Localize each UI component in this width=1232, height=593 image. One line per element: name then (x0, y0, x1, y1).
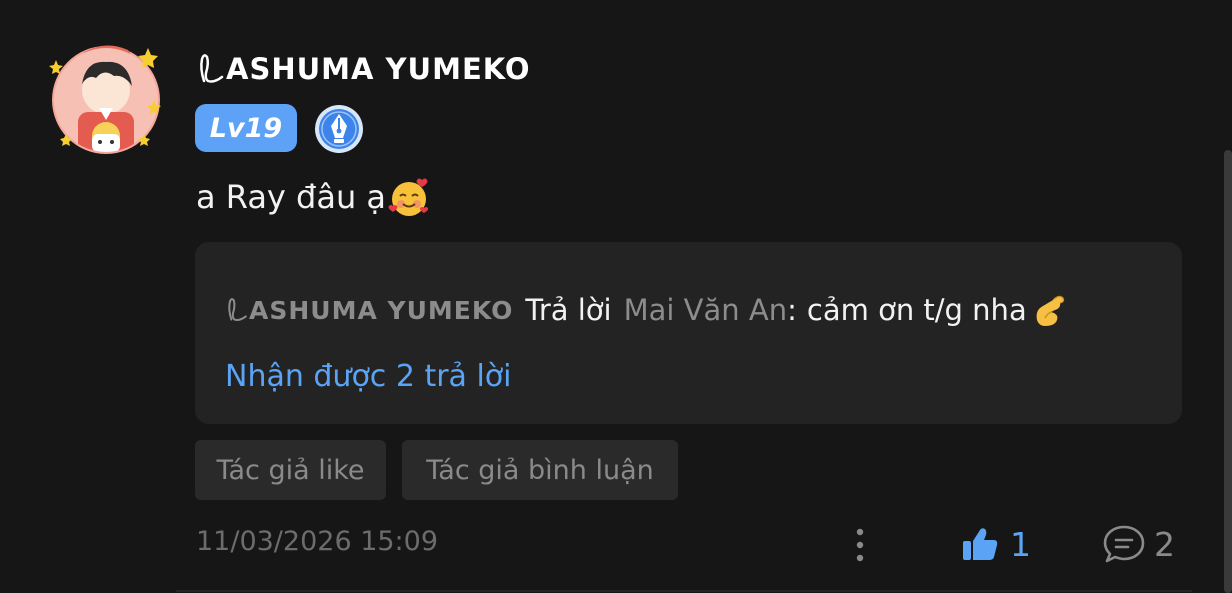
divider (176, 590, 1192, 592)
level-badge: Lv19 (195, 104, 297, 152)
reply-target-user[interactable]: Mai Văn An (624, 293, 788, 327)
comment-bubble-icon (1103, 525, 1145, 563)
reply-body: cảm ơn t/g nha (806, 293, 1027, 327)
author-prefix-glyph (200, 54, 224, 83)
comment-text: a Ray đâu ạ (196, 176, 430, 218)
reply-preview-line: ASHUMA YUMEKO Trả lời Mai Văn An : cảm ơ… (225, 290, 1069, 330)
author-name: ASHUMA YUMEKO (226, 52, 531, 86)
scrollbar[interactable] (1224, 150, 1232, 593)
like-count: 1 (1010, 524, 1031, 564)
avatar[interactable] (44, 38, 168, 162)
reply-author-name: ASHUMA YUMEKO (249, 295, 514, 325)
reply-count-link[interactable]: Nhận được 2 trả lời (225, 359, 512, 394)
tag-author-comment: Tác giả bình luận (402, 440, 678, 500)
fountain-pen-badge-icon (315, 105, 363, 153)
more-vertical-icon[interactable] (848, 526, 872, 564)
reply-verb: Trả lời (525, 293, 612, 327)
reply-preview[interactable]: ASHUMA YUMEKO Trả lời Mai Văn An : cảm ơ… (195, 242, 1182, 424)
comment-body: a Ray đâu ạ (196, 178, 387, 216)
comment-screen: ASHUMA YUMEKO Lv19 a Ray đâu ạ ASHUMA YU… (0, 0, 1232, 593)
like-button[interactable]: 1 (960, 522, 1031, 566)
comment-author[interactable]: ASHUMA YUMEKO (196, 46, 531, 92)
reply-colon: : (787, 293, 797, 327)
comment-timestamp: 11/03/2026 15:09 (196, 526, 439, 557)
thumbs-up-icon (963, 528, 998, 560)
reply-button[interactable]: 2 (1102, 522, 1175, 566)
author-prefix-glyph (228, 298, 247, 321)
pinching-hand-icon (1036, 295, 1064, 326)
tag-author-like: Tác giả like (195, 440, 386, 500)
reply-author[interactable]: ASHUMA YUMEKO (225, 294, 513, 326)
comment-count: 2 (1154, 524, 1175, 564)
smiling-face-with-hearts-icon (388, 178, 429, 216)
